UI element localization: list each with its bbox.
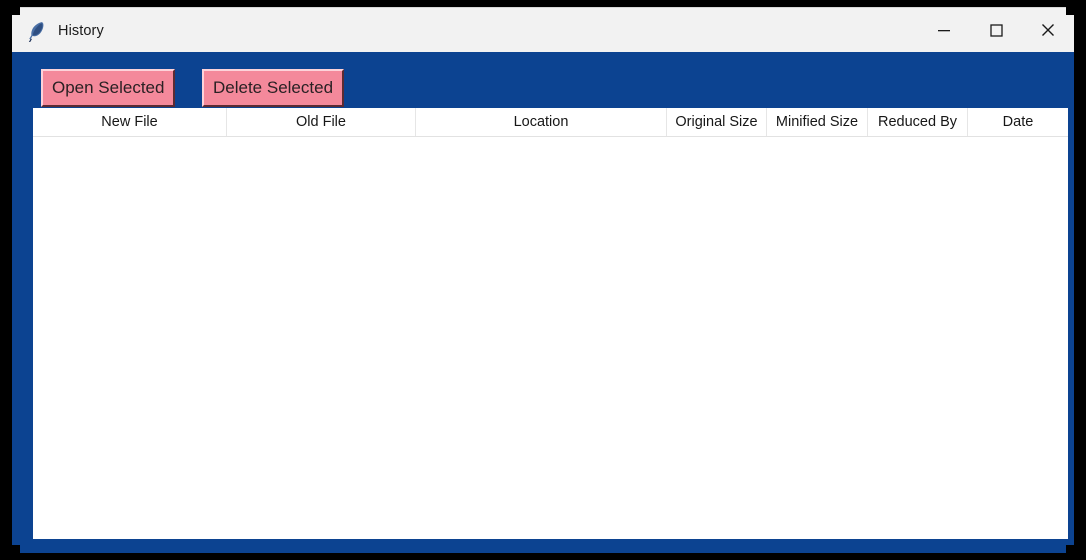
- delete-selected-button[interactable]: Delete Selected: [202, 69, 345, 107]
- history-table: New File Old File Location Original Size…: [33, 108, 1068, 539]
- window-controls: [918, 8, 1074, 52]
- open-selected-button[interactable]: Open Selected: [41, 69, 176, 107]
- desktop-backdrop: History Open Selected Delete Selected Ne…: [0, 0, 1086, 560]
- maximize-icon: [990, 24, 1003, 37]
- table-header-row: New File Old File Location Original Size…: [33, 108, 1068, 137]
- feather-icon: [28, 21, 44, 42]
- corner-bottom-right: [1066, 545, 1074, 553]
- column-header-date[interactable]: Date: [968, 108, 1068, 136]
- column-header-reduced-by[interactable]: Reduced By: [868, 108, 968, 136]
- column-header-original-size[interactable]: Original Size: [667, 108, 767, 136]
- minimize-button[interactable]: [918, 8, 970, 52]
- history-window: History Open Selected Delete Selected Ne…: [12, 7, 1074, 553]
- action-toolbar: Open Selected Delete Selected: [12, 52, 1074, 108]
- minimize-icon: [938, 30, 950, 32]
- column-header-minified-size[interactable]: Minified Size: [767, 108, 868, 136]
- application-body: Open Selected Delete Selected New File O…: [12, 52, 1074, 553]
- column-header-location[interactable]: Location: [416, 108, 667, 136]
- corner-bottom-left: [12, 545, 20, 553]
- maximize-button[interactable]: [970, 8, 1022, 52]
- column-header-old-file[interactable]: Old File: [227, 108, 416, 136]
- window-titlebar[interactable]: History: [12, 7, 1074, 52]
- table-body-empty[interactable]: [33, 137, 1068, 539]
- titlebar-left-group: History: [12, 8, 104, 53]
- close-icon: [1042, 24, 1054, 36]
- corner-top-right: [1066, 7, 1074, 15]
- corner-top-left: [12, 7, 20, 15]
- column-header-new-file[interactable]: New File: [33, 108, 227, 136]
- window-title: History: [58, 22, 104, 39]
